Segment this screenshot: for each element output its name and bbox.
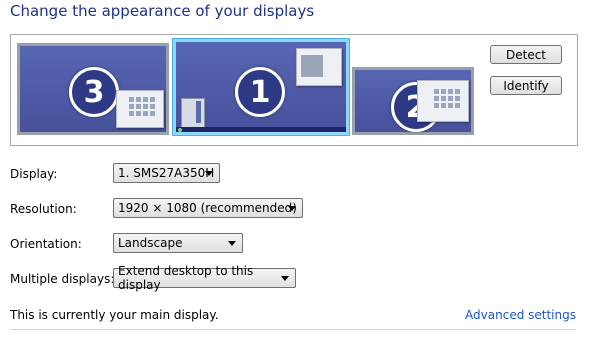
multiple-displays-dropdown[interactable]: Extend desktop to this display	[113, 264, 296, 292]
multiple-displays-label: Multiple displays:	[10, 272, 115, 286]
display-arrangement-panel: 3 1 2 Detect Identify	[10, 34, 578, 146]
resolution-dropdown[interactable]: 1920 × 1080 (recommended)	[113, 198, 303, 218]
monitor-screen: 3	[20, 46, 166, 132]
display-dropdown[interactable]: 1. SMS27A350H	[113, 163, 220, 183]
start-icon	[178, 128, 182, 132]
monitor-1[interactable]: 1	[173, 39, 349, 135]
monitor-number-badge: 1	[235, 67, 285, 117]
window-thumbnail-icon	[116, 90, 164, 128]
chevron-down-icon	[288, 206, 296, 211]
chevron-down-icon	[228, 241, 236, 246]
monitor-2[interactable]: 2	[352, 67, 474, 135]
taskbar	[176, 127, 346, 132]
window-thumbnail-icon	[296, 48, 342, 86]
display-dropdown-value: 1. SMS27A350H	[118, 166, 215, 180]
gadget-icon	[181, 98, 205, 128]
chevron-down-icon	[205, 171, 213, 176]
divider	[10, 329, 576, 330]
orientation-label: Orientation:	[10, 237, 82, 251]
orientation-dropdown-value: Landscape	[118, 236, 183, 250]
resolution-label: Resolution:	[10, 202, 77, 216]
window-thumbnail-icon	[417, 80, 469, 122]
advanced-settings-link[interactable]: Advanced settings	[465, 308, 576, 322]
monitor-screen: 2	[355, 70, 471, 132]
detect-button[interactable]: Detect	[490, 45, 562, 64]
main-display-status: This is currently your main display.	[10, 308, 219, 322]
monitor-screen: 1	[176, 42, 346, 132]
page-title: Change the appearance of your displays	[10, 2, 315, 20]
monitor-number-badge: 3	[69, 67, 119, 117]
identify-button[interactable]: Identify	[490, 76, 562, 95]
orientation-dropdown[interactable]: Landscape	[113, 233, 243, 253]
resolution-dropdown-value: 1920 × 1080 (recommended)	[118, 201, 297, 215]
chevron-down-icon	[281, 276, 289, 281]
multiple-displays-dropdown-value: Extend desktop to this display	[118, 264, 254, 292]
monitor-3[interactable]: 3	[17, 43, 169, 135]
display-label: Display:	[10, 167, 58, 181]
